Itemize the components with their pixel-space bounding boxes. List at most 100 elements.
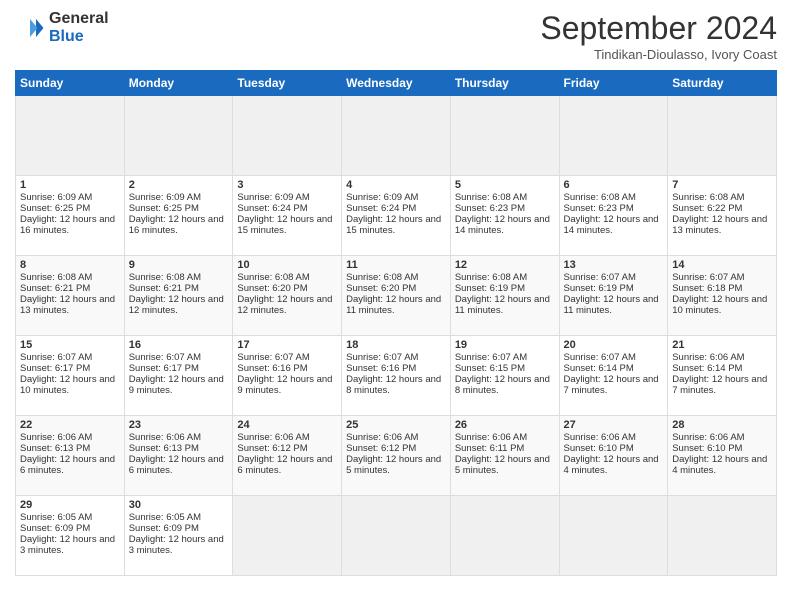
day-cell: 11Sunrise: 6:08 AMSunset: 6:20 PMDayligh…	[342, 256, 451, 336]
sunset-label: Sunset: 6:22 PM	[672, 203, 742, 214]
sunset-label: Sunset: 6:20 PM	[237, 283, 307, 294]
day-number: 15	[20, 339, 120, 351]
day-number: 20	[564, 339, 664, 351]
day-cell	[668, 96, 777, 176]
day-number: 29	[20, 499, 120, 511]
title-block: September 2024 Tindikan-Dioulasso, Ivory…	[540, 10, 777, 62]
sunset-label: Sunset: 6:16 PM	[237, 363, 307, 374]
sunrise-label: Sunrise: 6:08 AM	[455, 272, 527, 283]
sunrise-label: Sunrise: 6:06 AM	[672, 352, 744, 363]
day-cell: 4Sunrise: 6:09 AMSunset: 6:24 PMDaylight…	[342, 176, 451, 256]
day-cell: 5Sunrise: 6:08 AMSunset: 6:23 PMDaylight…	[450, 176, 559, 256]
sunset-label: Sunset: 6:09 PM	[129, 523, 199, 534]
daylight-label: Daylight: 12 hours and 9 minutes.	[237, 374, 332, 396]
day-number: 25	[346, 419, 446, 431]
sunset-label: Sunset: 6:10 PM	[564, 443, 634, 454]
header-thursday: Thursday	[450, 71, 559, 96]
sunrise-label: Sunrise: 6:07 AM	[129, 352, 201, 363]
day-cell	[342, 96, 451, 176]
header: General Blue September 2024 Tindikan-Dio…	[15, 10, 777, 62]
sunrise-label: Sunrise: 6:09 AM	[20, 192, 92, 203]
sunset-label: Sunset: 6:16 PM	[346, 363, 416, 374]
sunrise-label: Sunrise: 6:08 AM	[237, 272, 309, 283]
sunrise-label: Sunrise: 6:07 AM	[564, 272, 636, 283]
sunset-label: Sunset: 6:10 PM	[672, 443, 742, 454]
sunrise-label: Sunrise: 6:07 AM	[346, 352, 418, 363]
day-cell: 12Sunrise: 6:08 AMSunset: 6:19 PMDayligh…	[450, 256, 559, 336]
day-cell: 8Sunrise: 6:08 AMSunset: 6:21 PMDaylight…	[16, 256, 125, 336]
day-number: 17	[237, 339, 337, 351]
sunrise-label: Sunrise: 6:05 AM	[20, 512, 92, 523]
daylight-label: Daylight: 12 hours and 11 minutes.	[455, 294, 550, 316]
daylight-label: Daylight: 12 hours and 3 minutes.	[129, 534, 224, 556]
day-number: 21	[672, 339, 772, 351]
sunrise-label: Sunrise: 6:08 AM	[672, 192, 744, 203]
sunset-label: Sunset: 6:17 PM	[129, 363, 199, 374]
day-cell: 16Sunrise: 6:07 AMSunset: 6:17 PMDayligh…	[124, 336, 233, 416]
logo-blue-text: Blue	[49, 28, 109, 46]
day-cell: 25Sunrise: 6:06 AMSunset: 6:12 PMDayligh…	[342, 416, 451, 496]
main-container: General Blue September 2024 Tindikan-Dio…	[0, 0, 792, 612]
day-cell: 7Sunrise: 6:08 AMSunset: 6:22 PMDaylight…	[668, 176, 777, 256]
day-number: 22	[20, 419, 120, 431]
sunset-label: Sunset: 6:24 PM	[237, 203, 307, 214]
daylight-label: Daylight: 12 hours and 13 minutes.	[672, 214, 767, 236]
daylight-label: Daylight: 12 hours and 4 minutes.	[564, 454, 659, 476]
sunrise-label: Sunrise: 6:06 AM	[20, 432, 92, 443]
day-number: 13	[564, 259, 664, 271]
day-number: 2	[129, 179, 229, 191]
day-number: 14	[672, 259, 772, 271]
daylight-label: Daylight: 12 hours and 16 minutes.	[129, 214, 224, 236]
sunrise-label: Sunrise: 6:07 AM	[564, 352, 636, 363]
header-saturday: Saturday	[668, 71, 777, 96]
day-cell: 29Sunrise: 6:05 AMSunset: 6:09 PMDayligh…	[16, 496, 125, 576]
daylight-label: Daylight: 12 hours and 15 minutes.	[346, 214, 441, 236]
day-cell: 13Sunrise: 6:07 AMSunset: 6:19 PMDayligh…	[559, 256, 668, 336]
sunrise-label: Sunrise: 6:09 AM	[237, 192, 309, 203]
day-cell: 19Sunrise: 6:07 AMSunset: 6:15 PMDayligh…	[450, 336, 559, 416]
sunset-label: Sunset: 6:14 PM	[564, 363, 634, 374]
daylight-label: Daylight: 12 hours and 5 minutes.	[455, 454, 550, 476]
day-number: 26	[455, 419, 555, 431]
day-number: 5	[455, 179, 555, 191]
daylight-label: Daylight: 12 hours and 7 minutes.	[672, 374, 767, 396]
calendar-table: Sunday Monday Tuesday Wednesday Thursday…	[15, 70, 777, 576]
logo-text: General Blue	[49, 10, 109, 45]
day-number: 1	[20, 179, 120, 191]
month-title: September 2024	[540, 10, 777, 47]
daylight-label: Daylight: 12 hours and 6 minutes.	[20, 454, 115, 476]
sunset-label: Sunset: 6:19 PM	[564, 283, 634, 294]
sunset-label: Sunset: 6:13 PM	[20, 443, 90, 454]
day-number: 12	[455, 259, 555, 271]
header-friday: Friday	[559, 71, 668, 96]
day-cell	[342, 496, 451, 576]
logo-general-text: General	[49, 10, 109, 28]
day-number: 4	[346, 179, 446, 191]
day-cell	[233, 496, 342, 576]
sunset-label: Sunset: 6:18 PM	[672, 283, 742, 294]
day-cell	[559, 96, 668, 176]
day-number: 27	[564, 419, 664, 431]
day-cell: 9Sunrise: 6:08 AMSunset: 6:21 PMDaylight…	[124, 256, 233, 336]
day-cell: 23Sunrise: 6:06 AMSunset: 6:13 PMDayligh…	[124, 416, 233, 496]
day-cell: 17Sunrise: 6:07 AMSunset: 6:16 PMDayligh…	[233, 336, 342, 416]
daylight-label: Daylight: 12 hours and 14 minutes.	[564, 214, 659, 236]
day-number: 3	[237, 179, 337, 191]
sunset-label: Sunset: 6:21 PM	[20, 283, 90, 294]
day-cell	[450, 96, 559, 176]
day-cell: 1Sunrise: 6:09 AMSunset: 6:25 PMDaylight…	[16, 176, 125, 256]
header-tuesday: Tuesday	[233, 71, 342, 96]
daylight-label: Daylight: 12 hours and 6 minutes.	[237, 454, 332, 476]
day-number: 7	[672, 179, 772, 191]
day-cell: 3Sunrise: 6:09 AMSunset: 6:24 PMDaylight…	[233, 176, 342, 256]
sunrise-label: Sunrise: 6:05 AM	[129, 512, 201, 523]
day-cell: 24Sunrise: 6:06 AMSunset: 6:12 PMDayligh…	[233, 416, 342, 496]
day-cell	[450, 496, 559, 576]
week-row-2: 8Sunrise: 6:08 AMSunset: 6:21 PMDaylight…	[16, 256, 777, 336]
logo: General Blue	[15, 10, 109, 45]
day-cell	[233, 96, 342, 176]
sunrise-label: Sunrise: 6:07 AM	[237, 352, 309, 363]
day-cell: 22Sunrise: 6:06 AMSunset: 6:13 PMDayligh…	[16, 416, 125, 496]
day-number: 23	[129, 419, 229, 431]
daylight-label: Daylight: 12 hours and 7 minutes.	[564, 374, 659, 396]
